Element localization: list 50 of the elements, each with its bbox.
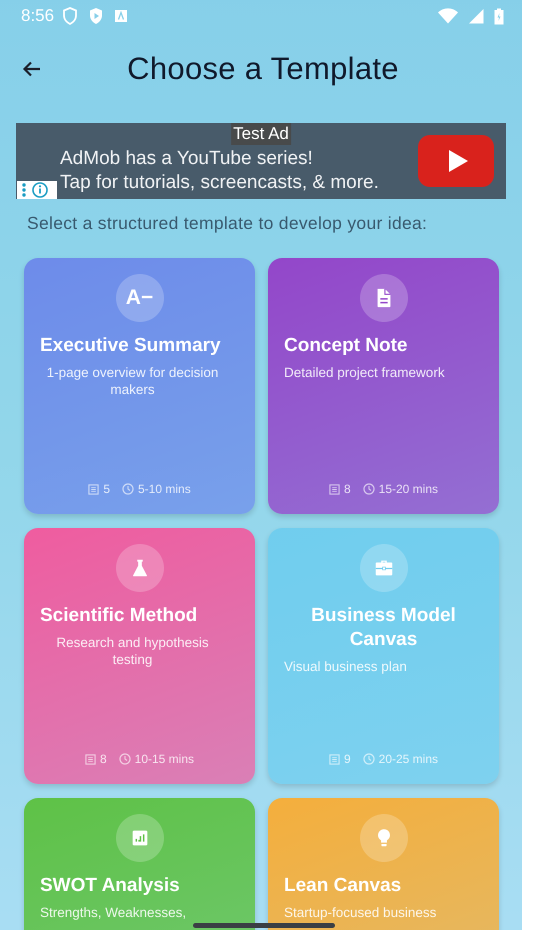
wifi-icon [438, 8, 458, 24]
card-description: Visual business plan [284, 658, 407, 675]
ad-text: Tap for tutorials, screencasts, & more. [60, 171, 379, 195]
card-description: Strengths, Weaknesses, [40, 904, 186, 921]
duration-text: 5-10 mins [138, 482, 191, 496]
card-description: Research and hypothesis testing [55, 634, 210, 668]
template-card[interactable]: Business Model Canvas Visual business plan 9 20-25 mins [268, 528, 499, 784]
template-card[interactable]: Lean Canvas Startup-focused business [268, 798, 499, 930]
section-count: 5 [103, 482, 110, 496]
duration-text: 10-15 mins [134, 752, 194, 766]
list-icon [328, 754, 340, 764]
card-title: SWOT Analysis [40, 874, 180, 898]
ad-info-button[interactable] [17, 181, 57, 199]
ad-text: AdMob has a YouTube series! [60, 147, 313, 171]
video-play-icon [418, 135, 494, 187]
app-icon [114, 9, 128, 23]
shield-icon [62, 7, 78, 25]
play-shield-icon [88, 7, 104, 25]
list-icon [88, 484, 100, 494]
template-card[interactable]: A− Executive Summary 1-page overview for decision makers 5 5-10 mins [24, 258, 255, 514]
template-card[interactable]: Scientific Method Research and hypothesis testing 8 10-15 mins [24, 528, 255, 784]
ad-banner[interactable]: Test Ad AdMob has a YouTube series! Tap for tutorials, screencasts, & more. [16, 123, 506, 199]
card-title: Scientific Method [40, 604, 198, 628]
section-count: 8 [100, 752, 107, 766]
card-title: Business Model Canvas [310, 604, 457, 652]
clock-icon [122, 483, 134, 495]
section-count: 9 [344, 752, 351, 766]
card-description: Startup-focused business [284, 904, 436, 921]
card-title: Lean Canvas [284, 874, 402, 898]
duration-text: 15-20 mins [378, 482, 438, 496]
list-icon [328, 484, 340, 494]
battery-icon [494, 8, 504, 24]
template-card[interactable]: Concept Note Detailed project framework 8 15-20 mins [268, 258, 499, 514]
card-description: Detailed project framework [284, 364, 445, 381]
section-count: 8 [344, 482, 351, 496]
intro-text: Select a structured template to develop your idea: [27, 213, 428, 234]
page-title: Choose a Template [126, 51, 400, 87]
clock-icon [118, 753, 131, 765]
ad-label: Test Ad [231, 123, 291, 145]
clock-icon [362, 753, 375, 765]
card-description: 1-page overview for decision makers [46, 364, 220, 398]
list-icon [84, 754, 96, 764]
card-title: Executive Summary [40, 334, 221, 358]
letter-icon: A− [126, 286, 154, 310]
signal-icon [468, 8, 484, 24]
card-title: Concept Note [284, 334, 408, 358]
clock-icon [362, 483, 375, 495]
status-time: 8:56 [21, 6, 54, 26]
duration-text: 20-25 mins [378, 752, 438, 766]
template-card[interactable]: SWOT Analysis Strengths, Weaknesses, [24, 798, 255, 930]
